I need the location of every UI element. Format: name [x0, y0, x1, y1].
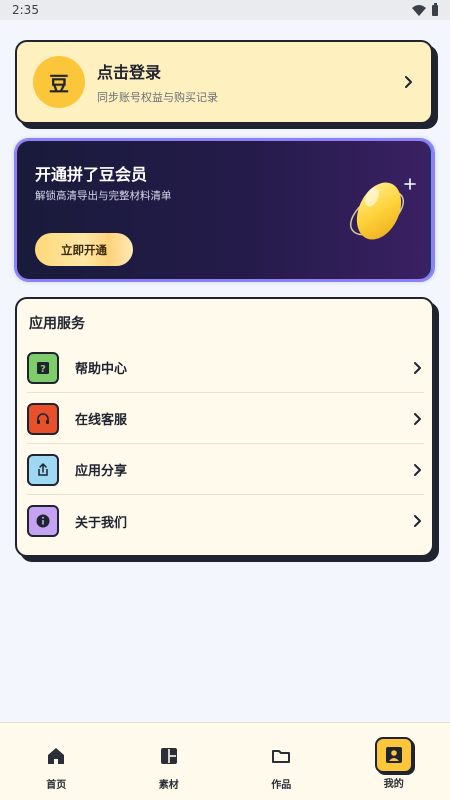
tab-home[interactable]: 首页 [0, 723, 113, 800]
chevron-right-icon [405, 76, 412, 88]
service-item-label: 应用分享 [75, 464, 128, 479]
home-icon [45, 745, 67, 767]
vip-open-button-label: 立即开通 [61, 242, 107, 257]
service-item-help[interactable]: ? 帮助中心 [27, 343, 424, 393]
login-card[interactable]: 豆 点击登录 同步账号权益与购买记录 [15, 40, 433, 124]
service-item-label: 关于我们 [75, 515, 128, 531]
login-title: 点击登录 [97, 63, 162, 82]
services-card: 应用服务 ? 帮助中心 在线客服 应用分享 关于我们 [15, 297, 434, 557]
vip-subtitle: 解锁高清导出与完整材料清单 [35, 190, 172, 202]
status-icons [412, 2, 438, 16]
login-subtitle: 同步账号权益与购买记录 [97, 91, 218, 104]
vip-banner[interactable]: 开通拼了豆会员 解锁高清导出与完整材料清单 立即开通 [15, 139, 434, 281]
tab-label: 我的 [383, 779, 404, 790]
tab-label: 作品 [271, 780, 292, 791]
materials-icon [158, 745, 180, 767]
status-bar: 2:35 [0, 0, 450, 20]
info-icon [27, 505, 59, 537]
bottom-tab-bar: 首页 素材 作品 我的 [0, 722, 450, 800]
bean-illustration-icon [350, 178, 416, 240]
chevron-right-icon [414, 361, 421, 374]
services-title: 应用服务 [29, 316, 85, 332]
vip-open-button[interactable]: 立即开通 [35, 233, 133, 266]
battery-icon [432, 2, 438, 16]
help-icon: ? [27, 351, 59, 384]
avatar-text: 豆 [49, 71, 69, 96]
chevron-right-icon [414, 463, 421, 476]
service-item-label: 帮助中心 [75, 362, 128, 377]
tab-label: 首页 [46, 780, 67, 791]
share-icon [27, 453, 59, 486]
user-icon [374, 737, 413, 773]
service-item-support[interactable]: 在线客服 [27, 394, 424, 444]
chevron-right-icon [414, 412, 421, 425]
service-item-share[interactable]: 应用分享 [27, 445, 424, 495]
status-time: 2:35 [12, 3, 39, 17]
tab-materials[interactable]: 素材 [113, 723, 226, 800]
tab-label: 素材 [158, 780, 179, 791]
vip-title: 开通拼了豆会员 [35, 165, 148, 184]
chevron-right-icon [414, 515, 421, 527]
headset-icon [27, 402, 59, 435]
tab-works[interactable]: 作品 [225, 723, 338, 800]
tab-mine[interactable]: 我的 [338, 723, 450, 800]
svg-text:?: ? [40, 364, 46, 375]
wifi-icon [412, 4, 426, 16]
service-item-label: 在线客服 [75, 413, 128, 428]
service-item-about[interactable]: 关于我们 [27, 496, 424, 546]
login-texts: 点击登录 同步账号权益与购买记录 [97, 59, 403, 105]
avatar: 豆 [33, 56, 85, 108]
folder-icon [270, 745, 292, 767]
